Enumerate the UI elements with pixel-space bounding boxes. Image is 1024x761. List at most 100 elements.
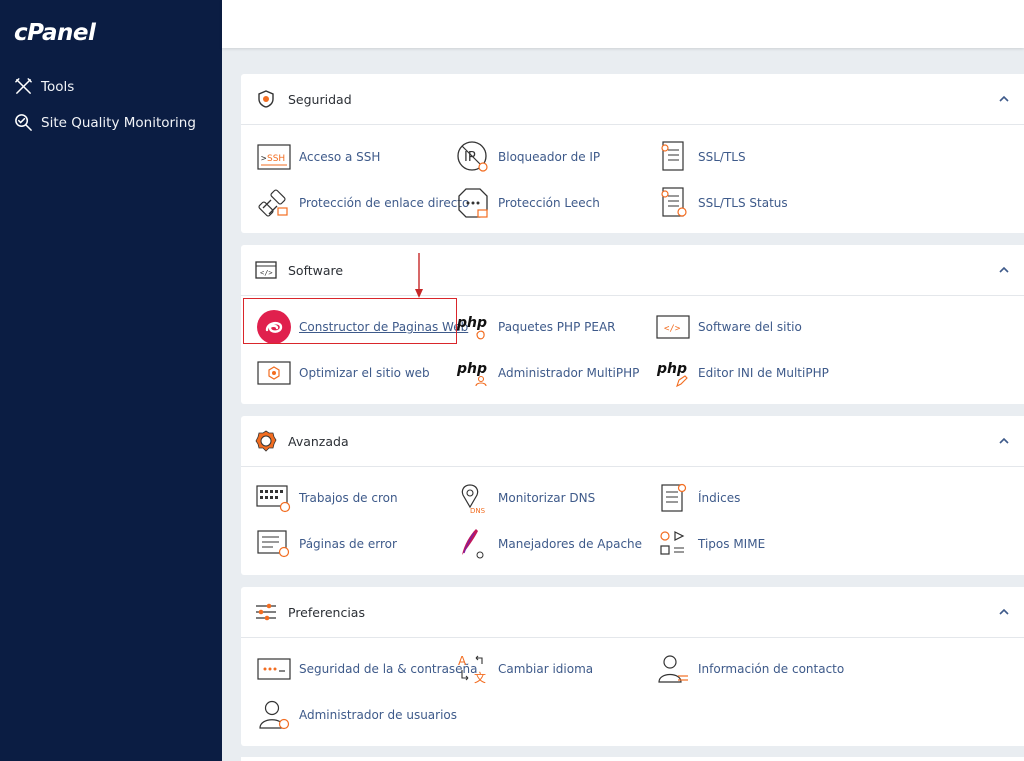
item-label: Seguridad de la & contraseña	[299, 662, 478, 676]
tools-icon	[15, 78, 32, 94]
section-header[interactable]: </> Software	[241, 245, 1024, 296]
multiphp-manager-icon: php	[454, 354, 492, 392]
item-label: Información de contacto	[698, 662, 845, 676]
shield-icon	[255, 88, 277, 110]
ip-blocker-icon: IP	[454, 138, 492, 176]
item-label: SSL/TLS	[698, 150, 746, 164]
item-password[interactable]: Seguridad de la & contraseña	[255, 649, 478, 689]
multiphp-ini-icon: php	[654, 354, 692, 392]
item-ssl-status[interactable]: SSL/TLS Status	[654, 183, 788, 223]
item-ssh[interactable]: > SSH Acceso a SSH	[255, 137, 380, 177]
item-contact[interactable]: Información de contacto	[654, 649, 844, 689]
svg-text:A: A	[458, 654, 467, 668]
section-title: Software	[288, 262, 344, 278]
svg-text:php: php	[456, 315, 487, 331]
item-label: Bloqueador de IP	[498, 150, 601, 164]
item-leech[interactable]: Protección Leech	[454, 183, 600, 223]
item-label: Tipos MIME	[698, 537, 766, 551]
item-label: Trabajos de cron	[299, 491, 398, 505]
section-header[interactable]: Preferencias	[241, 587, 1024, 638]
item-hotlink[interactable]: Protección de enlace directo	[255, 183, 469, 223]
apache-icon	[454, 525, 492, 563]
item-label: Editor INI de MultiPHP	[698, 366, 829, 380]
cron-icon	[255, 479, 293, 517]
item-apache[interactable]: Manejadores de Apache	[454, 524, 642, 564]
item-label: Administrador de usuarios	[299, 708, 458, 722]
item-label: Paquetes PHP PEAR	[498, 320, 616, 334]
item-label: Páginas de error	[299, 537, 397, 551]
item-cron[interactable]: Trabajos de cron	[255, 478, 398, 518]
sidebar-item-tools[interactable]: Tools	[14, 77, 74, 96]
item-ip-blocker[interactable]: IP Bloqueador de IP	[454, 137, 600, 177]
chevron-up-icon[interactable]	[998, 606, 1010, 618]
php-pear-icon: php	[454, 308, 492, 346]
cpanel-logo[interactable]: cPanel	[14, 20, 96, 46]
item-label: Software del sitio	[698, 320, 802, 334]
sidebar-item-site-quality[interactable]: Site Quality Monitoring	[14, 113, 196, 132]
ssh-icon: > SSH	[255, 138, 293, 176]
item-error-pages[interactable]: Páginas de error	[255, 524, 397, 564]
item-ssl-tls[interactable]: SSL/TLS	[654, 137, 746, 177]
sidebar: cPanel Tools Site Quality Monitoring	[0, 0, 222, 761]
indexes-icon	[654, 479, 692, 517]
svg-text:php: php	[656, 361, 687, 377]
chevron-up-icon[interactable]	[998, 264, 1010, 276]
error-pages-icon	[255, 525, 293, 563]
contact-icon	[654, 650, 692, 688]
section-title: Preferencias	[288, 604, 365, 620]
hotlink-protection-icon	[255, 184, 293, 222]
chevron-up-icon[interactable]	[998, 435, 1010, 447]
section-advanced: Avanzada Trabajos de cron DNS Monitoriza…	[241, 416, 1024, 575]
sliders-icon	[255, 601, 277, 623]
item-label: Protección de enlace directo	[299, 196, 470, 210]
chevron-up-icon[interactable]	[998, 93, 1010, 105]
item-label: SSL/TLS Status	[698, 196, 788, 210]
svg-text:DNS: DNS	[470, 507, 486, 515]
leech-protection-icon	[454, 184, 492, 222]
item-label: Administrador MultiPHP	[498, 366, 640, 380]
user-manager-icon	[255, 696, 293, 734]
item-site-software[interactable]: </> Software del sitio	[654, 307, 802, 347]
item-php-pear[interactable]: php Paquetes PHP PEAR	[454, 307, 616, 347]
item-label: Optimizar el sitio web	[299, 366, 430, 380]
item-multiphp-manager[interactable]: php Administrador MultiPHP	[454, 353, 639, 393]
item-label: Acceso a SSH	[299, 150, 381, 164]
item-user-manager[interactable]: Administrador de usuarios	[255, 695, 457, 735]
section-header[interactable]: Avanzada	[241, 416, 1024, 467]
item-label: Protección Leech	[498, 196, 600, 210]
ssl-status-icon	[654, 184, 692, 222]
ssl-tls-icon	[654, 138, 692, 176]
arrow-down-icon	[415, 253, 423, 298]
item-label: Monitorizar DNS	[498, 491, 596, 505]
svg-text:</>: </>	[260, 269, 273, 277]
item-dns[interactable]: DNS Monitorizar DNS	[454, 478, 595, 518]
site-quality-icon	[15, 114, 32, 131]
top-bar	[222, 0, 1024, 48]
sidebar-item-label: Site Quality Monitoring	[41, 114, 196, 131]
section-header[interactable]: Seguridad	[241, 74, 1024, 125]
section-security: Seguridad > SSH Acceso a SSH IP Bloqueado…	[241, 74, 1024, 233]
item-optimize[interactable]: Optimizar el sitio web	[255, 353, 430, 393]
svg-text:</>: </>	[664, 324, 681, 334]
language-icon: A文	[454, 650, 492, 688]
svg-text:SSH: SSH	[267, 154, 285, 164]
next-section-edge	[241, 757, 1024, 761]
svg-text:php: php	[456, 361, 487, 377]
section-preferences: Preferencias Seguridad de la & contraseñ…	[241, 587, 1024, 746]
item-multiphp-ini[interactable]: php Editor INI de MultiPHP	[654, 353, 829, 393]
mime-icon	[654, 525, 692, 563]
highlight-box	[243, 298, 457, 344]
item-mime[interactable]: Tipos MIME	[654, 524, 765, 564]
item-indexes[interactable]: Índices	[654, 478, 740, 518]
item-label: Cambiar idioma	[498, 662, 594, 676]
svg-text:文: 文	[474, 670, 486, 685]
dns-icon: DNS	[454, 479, 492, 517]
site-software-icon: </>	[654, 308, 692, 346]
item-label: Índices	[698, 491, 741, 505]
gear-icon	[255, 430, 277, 452]
section-title: Avanzada	[288, 433, 349, 449]
item-language[interactable]: A文 Cambiar idioma	[454, 649, 593, 689]
optimize-icon	[255, 354, 293, 392]
item-label: Manejadores de Apache	[498, 537, 643, 551]
section-title: Seguridad	[288, 91, 352, 107]
